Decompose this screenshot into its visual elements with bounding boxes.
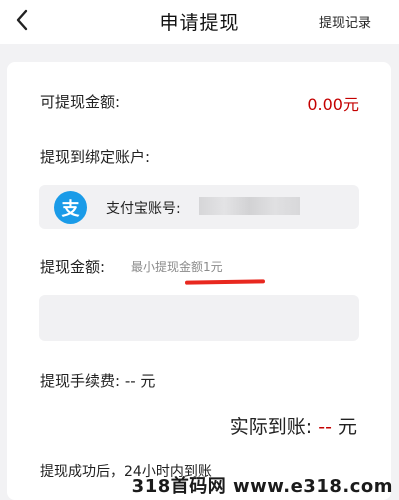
bound-account-box[interactable]: 支 支付宝账号: bbox=[39, 185, 359, 229]
top-bar: 申请提现 提现记录 bbox=[0, 0, 399, 44]
red-underline-annotation bbox=[184, 279, 266, 285]
fee-text: 提现手续费: -- 元 bbox=[40, 372, 156, 390]
balance-value: 0.00元 bbox=[307, 95, 359, 114]
account-number-blurred bbox=[199, 197, 300, 215]
bound-account-label: 提现到绑定账户: bbox=[40, 148, 151, 166]
withdraw-history-link[interactable]: 提现记录 bbox=[319, 12, 371, 31]
min-amount-hint: 最小提现金额1元 bbox=[131, 260, 223, 274]
withdraw-amount-input[interactable] bbox=[39, 295, 359, 341]
actual-received-value: -- bbox=[318, 416, 332, 438]
actual-received: 实际到账: -- 元 bbox=[230, 412, 357, 439]
actual-received-label: 实际到账: bbox=[229, 416, 313, 438]
actual-received-unit: 元 bbox=[337, 416, 357, 438]
balance-label: 可提现金额: bbox=[40, 93, 121, 111]
site-watermark: 318首码网 www.e318.com bbox=[131, 476, 393, 497]
alipay-icon-glyph: 支 bbox=[61, 198, 80, 220]
withdraw-card: 可提现金额: 0.00元 提现到绑定账户: 支 支付宝账号: 提现金额: 最小提… bbox=[7, 62, 391, 500]
alipay-account-label: 支付宝账号: bbox=[106, 201, 181, 217]
withdraw-amount-label: 提现金额: bbox=[40, 258, 106, 276]
alipay-icon: 支 bbox=[54, 191, 87, 224]
